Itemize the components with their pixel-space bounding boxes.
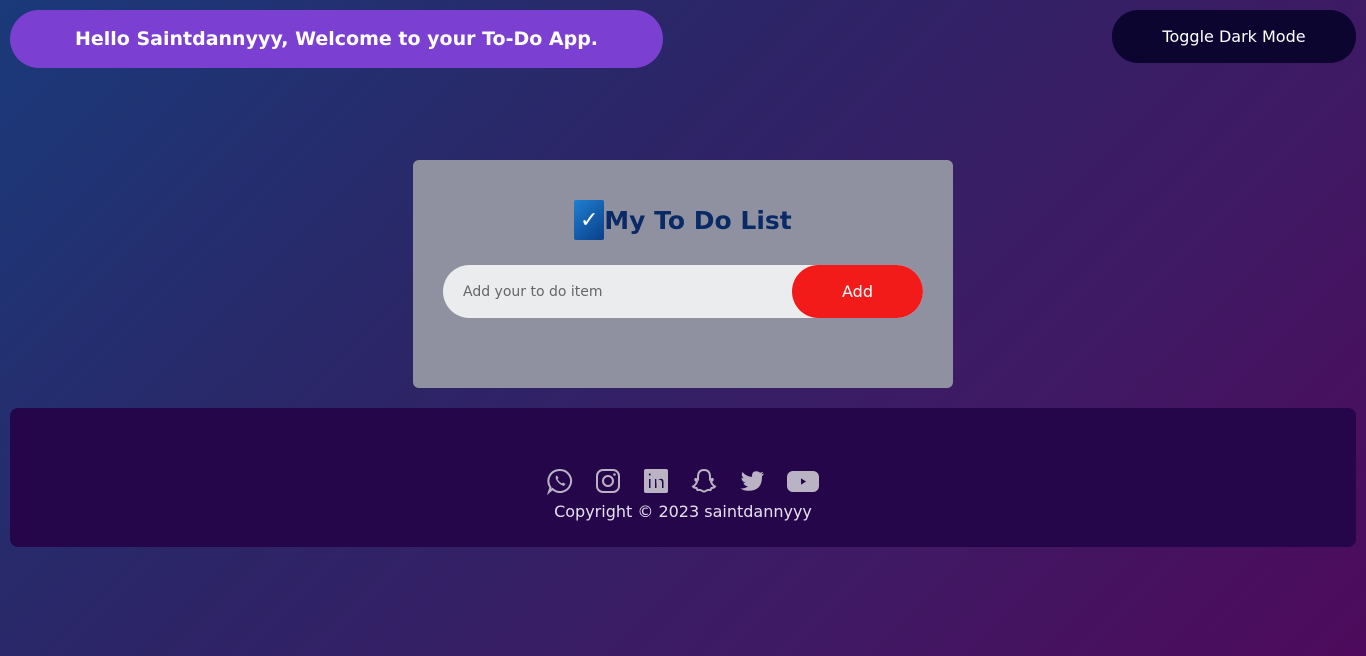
add-button[interactable]: Add	[792, 265, 923, 318]
youtube-icon[interactable]	[786, 466, 820, 496]
card-title: ✓ My To Do List	[413, 200, 953, 240]
toggle-dark-mode-button[interactable]: Toggle Dark Mode	[1112, 10, 1356, 63]
instagram-icon[interactable]	[594, 466, 622, 496]
linkedin-icon[interactable]	[642, 466, 670, 496]
twitter-icon[interactable]	[738, 466, 766, 496]
greeting-banner: Hello Saintdannyyy, Welcome to your To-D…	[10, 10, 663, 68]
snapchat-icon[interactable]	[690, 466, 718, 496]
page-title: My To Do List	[604, 205, 792, 235]
todo-input-row: Add	[443, 265, 923, 318]
todo-input[interactable]	[443, 265, 793, 318]
greeting-text: Hello Saintdannyyy, Welcome to your To-D…	[74, 28, 599, 50]
whatsapp-icon[interactable]	[546, 466, 574, 496]
social-links	[10, 466, 1356, 496]
checkbox-icon: ✓	[574, 200, 605, 240]
todo-card: ✓ My To Do List Add	[413, 160, 953, 388]
copyright-text: Copyright © 2023 saintdannyyy	[554, 502, 812, 521]
footer: Copyright © 2023 saintdannyyy	[10, 408, 1356, 547]
